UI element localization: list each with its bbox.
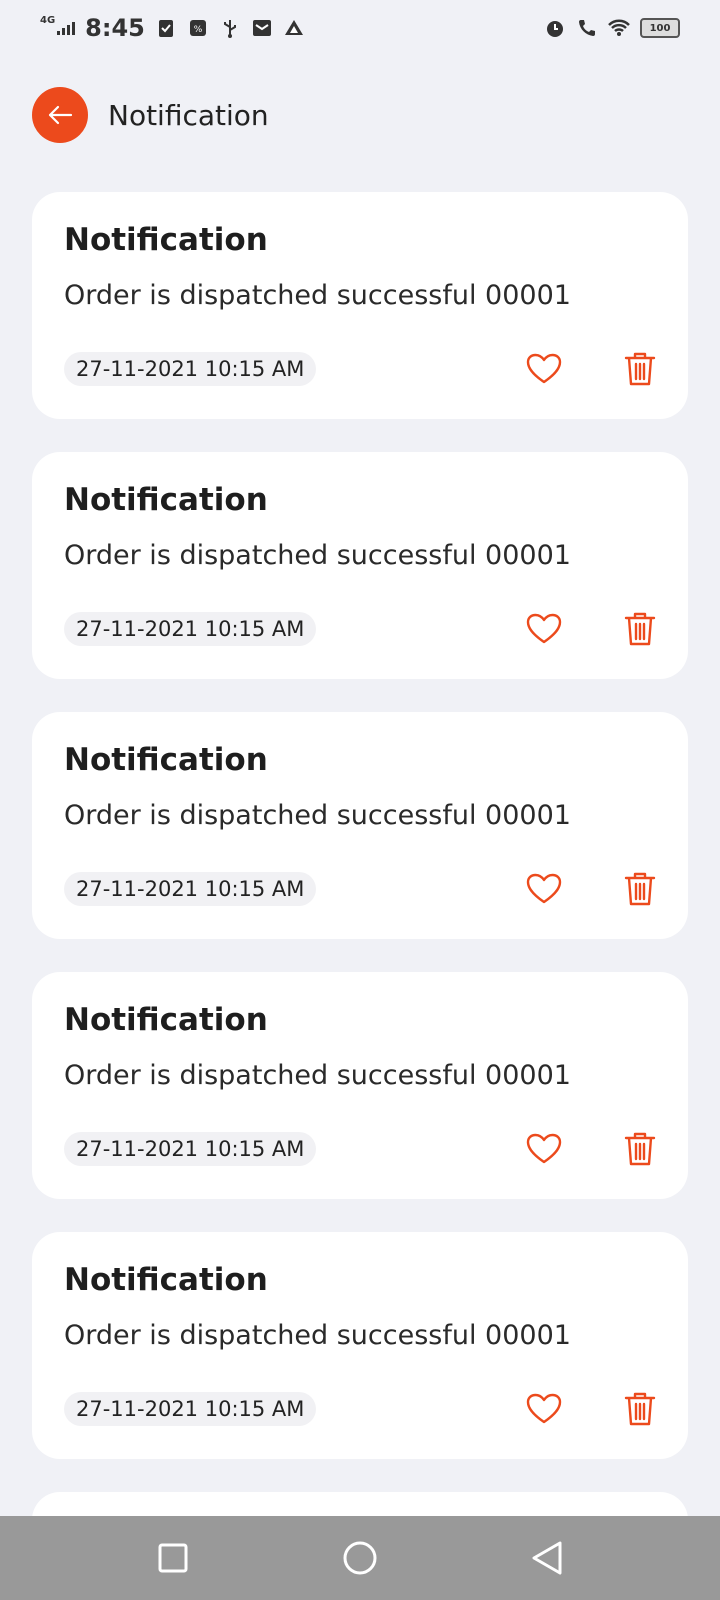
battery-icon: 100 [640,18,680,38]
clipboard-check-icon [158,20,173,37]
notification-title: Notification [64,482,268,518]
trash-icon [624,1132,656,1166]
delete-button[interactable] [620,611,660,647]
recents-button[interactable] [143,1528,203,1588]
triangle-back-icon [532,1541,562,1575]
trash-icon [624,1392,656,1426]
delete-button[interactable] [620,351,660,387]
wifi-icon [608,19,630,36]
notification-title: Notification [64,742,268,778]
notification-message: Order is dispatched successful 00001 [64,540,571,571]
network-type: 4G [40,14,56,26]
sim-toolkit-icon: % [189,20,206,36]
like-button[interactable] [524,611,564,647]
home-button[interactable] [330,1528,390,1588]
page-title: Notification [108,98,269,132]
heart-icon [526,873,562,904]
like-button[interactable] [524,351,564,387]
notification-title: Notification [64,222,268,258]
heart-icon [526,1133,562,1164]
heart-icon [526,613,562,644]
delete-button[interactable] [620,871,660,907]
trash-icon [624,612,656,646]
alarm-icon [547,21,563,37]
notification-card[interactable]: Notification Order is dispatched success… [32,972,688,1199]
drive-icon [284,20,303,35]
system-nav-bar [0,1516,720,1600]
mail-icon [252,20,271,36]
header: Notification [32,87,269,143]
wifi-calling-icon [579,20,595,36]
notification-message: Order is dispatched successful 00001 [64,800,571,831]
trash-icon [624,352,656,386]
like-button[interactable] [524,1131,564,1167]
notification-message: Order is dispatched successful 00001 [64,280,571,311]
notification-card[interactable]: Notification Order is dispatched success… [32,712,688,939]
notification-card[interactable]: Notification Order is dispatched success… [32,452,688,679]
signal-icon [57,21,76,35]
trash-icon [624,872,656,906]
notification-timestamp: 27-11-2021 10:15 AM [64,872,317,906]
back-nav-button[interactable] [517,1528,577,1588]
circle-icon [343,1541,377,1575]
status-bar: 4G 8:45 % 100 [0,0,720,56]
heart-icon [526,353,562,384]
back-button[interactable] [32,87,88,143]
notification-message: Order is dispatched successful 00001 [64,1060,571,1091]
notification-timestamp: 27-11-2021 10:15 AM [64,1392,317,1426]
delete-button[interactable] [620,1131,660,1167]
svg-text:%: % [194,25,203,35]
status-left: 4G 8:45 % [40,14,305,42]
notification-card[interactable]: Notification Order is dispatched success… [32,192,688,419]
like-button[interactable] [524,871,564,907]
notification-title: Notification [64,1002,268,1038]
heart-icon [526,1393,562,1424]
notification-message: Order is dispatched successful 00001 [64,1320,571,1351]
notification-timestamp: 27-11-2021 10:15 AM [64,352,317,386]
status-time: 8:45 [85,14,145,42]
status-right: 100 [544,17,680,39]
notification-timestamp: 27-11-2021 10:15 AM [64,612,317,646]
usb-icon [223,20,236,38]
like-button[interactable] [524,1391,564,1427]
arrow-left-icon [48,105,73,125]
notification-title: Notification [64,1262,268,1298]
notification-timestamp: 27-11-2021 10:15 AM [64,1132,317,1166]
notification-card[interactable]: Notification Order is dispatched success… [32,1232,688,1459]
square-icon [158,1543,188,1573]
delete-button[interactable] [620,1391,660,1427]
